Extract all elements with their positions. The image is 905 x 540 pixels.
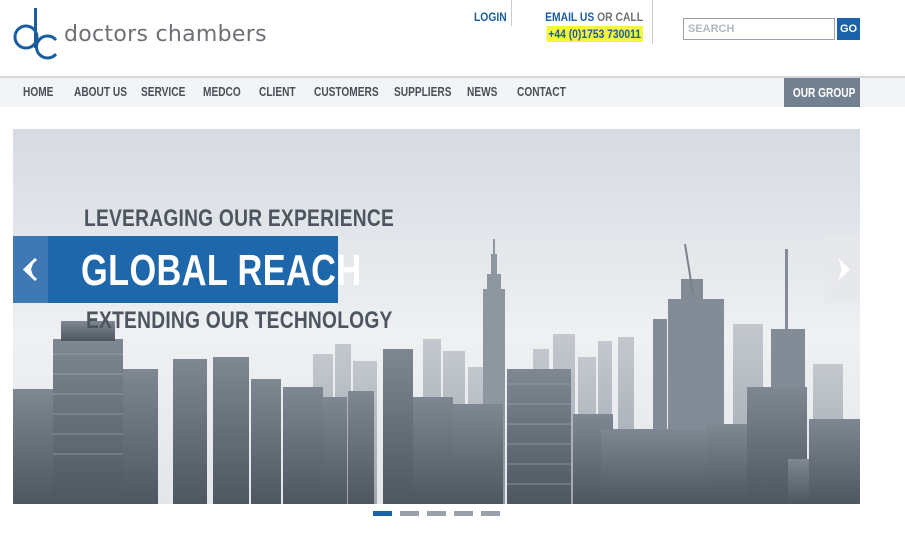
search-input[interactable] — [683, 18, 835, 40]
chevron-left-icon — [23, 258, 37, 281]
pager-dot[interactable] — [400, 511, 419, 516]
logo-text: doctors chambers — [64, 22, 267, 47]
nav-item-about-us[interactable]: ABOUT US — [74, 84, 127, 99]
nav-item-client[interactable]: CLIENT — [259, 84, 296, 99]
phone-number: +44 (0)1753 730011 — [546, 26, 643, 42]
logo[interactable]: doctors chambers — [12, 6, 332, 60]
pager-dot[interactable] — [373, 511, 392, 516]
chevron-right-icon — [838, 258, 850, 281]
or-call-label: OR CALL — [597, 10, 643, 24]
pager-dot[interactable] — [427, 511, 446, 516]
contact-block: EMAIL US OR CALL +44 (0)1753 730011 — [503, 10, 643, 43]
nav-item-medco[interactable]: MEDCO — [203, 84, 241, 99]
slide-tagline-top: LEVERAGING OUR EXPERIENCE — [84, 205, 395, 232]
dc-logo-mark — [13, 8, 58, 60]
slide-headline: GLOBAL REACH — [81, 246, 362, 295]
header-divider — [652, 0, 653, 44]
nav-item-contact[interactable]: CONTACT — [517, 84, 566, 99]
email-line: EMAIL US OR CALL — [523, 10, 643, 24]
login-link[interactable]: LOGIN — [474, 10, 507, 24]
email-us-link[interactable]: EMAIL US — [545, 10, 594, 24]
slider-prev-button[interactable] — [13, 236, 48, 303]
nav-item-home[interactable]: HOME — [23, 84, 53, 99]
nav-item-suppliers[interactable]: SUPPLIERS — [394, 84, 451, 99]
hero-slider: LEVERAGING OUR EXPERIENCE GLOBAL REACH E… — [13, 129, 860, 504]
nav-item-customers[interactable]: CUSTOMERS — [314, 84, 379, 99]
slide-tagline-bottom: EXTENDING OUR TECHNOLOGY — [86, 307, 393, 334]
search-go-button[interactable]: GO — [837, 18, 860, 40]
pager-dot[interactable] — [481, 511, 500, 516]
pager-dot[interactable] — [454, 511, 473, 516]
our-group-label: OUR GROUP — [792, 85, 856, 100]
our-group-button[interactable]: OUR GROUP — [784, 78, 860, 107]
slider-next-button[interactable] — [825, 236, 860, 303]
main-nav: HOME ABOUT US SERVICE MEDCO CLIENT CUSTO… — [0, 76, 905, 107]
nav-item-news[interactable]: NEWS — [467, 84, 497, 99]
nav-item-service[interactable]: SERVICE — [141, 84, 185, 99]
